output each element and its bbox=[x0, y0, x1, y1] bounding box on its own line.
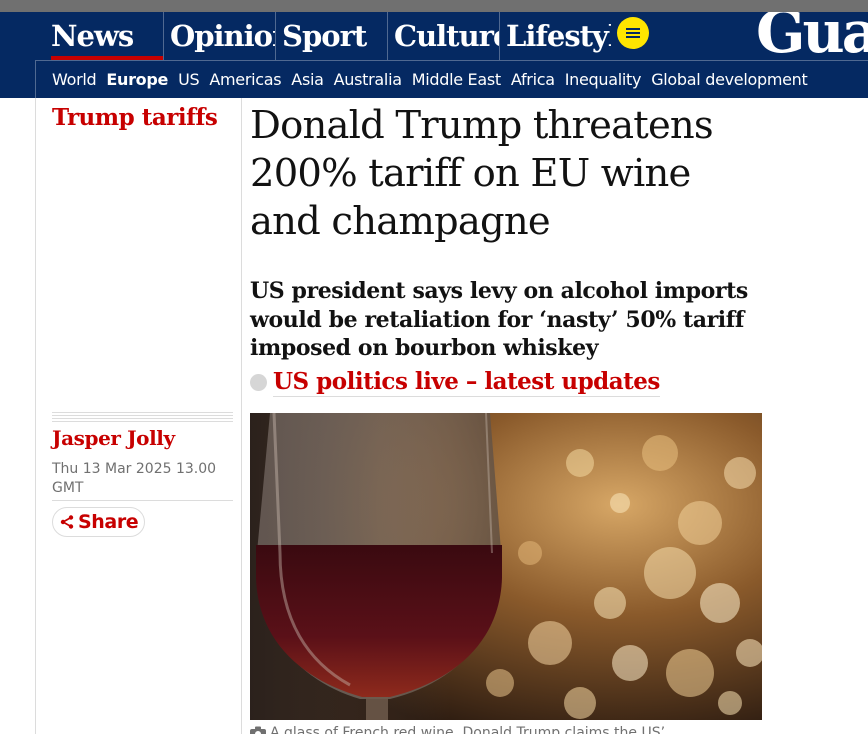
meta-rule-stack bbox=[52, 412, 233, 423]
image-caption: A glass of French red wine. Donald Trump… bbox=[250, 724, 762, 734]
subnav-africa[interactable]: Africa bbox=[511, 70, 555, 89]
camera-icon bbox=[250, 726, 266, 734]
wine-glass-photo bbox=[250, 413, 762, 720]
subnav-asia[interactable]: Asia bbox=[291, 70, 324, 89]
hamburger-icon bbox=[626, 28, 640, 38]
meta-divider bbox=[52, 500, 233, 501]
subnav-global-development[interactable]: Global development bbox=[651, 70, 808, 89]
pillar-news[interactable]: News bbox=[51, 12, 163, 60]
subnav-inequality[interactable]: Inequality bbox=[565, 70, 642, 89]
article-main-image[interactable] bbox=[250, 413, 762, 720]
pillar-lifestyle[interactable]: Lifestyle bbox=[499, 12, 611, 60]
guardian-logo[interactable]: Guardian bbox=[756, 12, 868, 66]
pillar-culture[interactable]: Culture bbox=[387, 12, 499, 60]
live-blog-link[interactable]: US politics live – latest updates bbox=[250, 368, 660, 397]
masthead: News Opinion Sport Culture Lifestyle Gua… bbox=[0, 12, 868, 98]
meta-column-rule bbox=[241, 98, 242, 734]
caption-text: A glass of French red wine. Donald Trump… bbox=[270, 725, 666, 734]
live-dot-icon bbox=[250, 374, 267, 391]
subnav-americas[interactable]: Americas bbox=[209, 70, 281, 89]
subnav-middle-east[interactable]: Middle East bbox=[412, 70, 501, 89]
pillar-sport[interactable]: Sport bbox=[275, 12, 387, 60]
subnav: World Europe US Americas Asia Australia … bbox=[35, 61, 817, 98]
subnav-us[interactable]: US bbox=[178, 70, 200, 89]
publish-date: Thu 13 Mar 2025 13.00 GMT bbox=[52, 461, 217, 496]
subnav-world[interactable]: World bbox=[52, 70, 97, 89]
article-standfirst: US president says levy on alcohol import… bbox=[250, 278, 748, 361]
left-column-rule bbox=[35, 98, 36, 734]
pillar-opinion[interactable]: Opinion bbox=[163, 12, 275, 60]
article-headline: Donald Trump threatens 200% tariff on EU… bbox=[250, 103, 714, 244]
browser-top-strip bbox=[0, 0, 868, 12]
subnav-australia[interactable]: Australia bbox=[334, 70, 402, 89]
share-label: Share bbox=[78, 511, 139, 533]
share-button[interactable]: Share bbox=[52, 507, 146, 537]
share-icon bbox=[60, 515, 74, 529]
menu-button[interactable] bbox=[617, 17, 649, 49]
series-tag[interactable]: Trump tariffs bbox=[52, 104, 218, 131]
live-link-label: US politics live – latest updates bbox=[273, 368, 660, 397]
subnav-europe[interactable]: Europe bbox=[106, 70, 168, 89]
author-byline[interactable]: Jasper Jolly bbox=[52, 426, 175, 450]
